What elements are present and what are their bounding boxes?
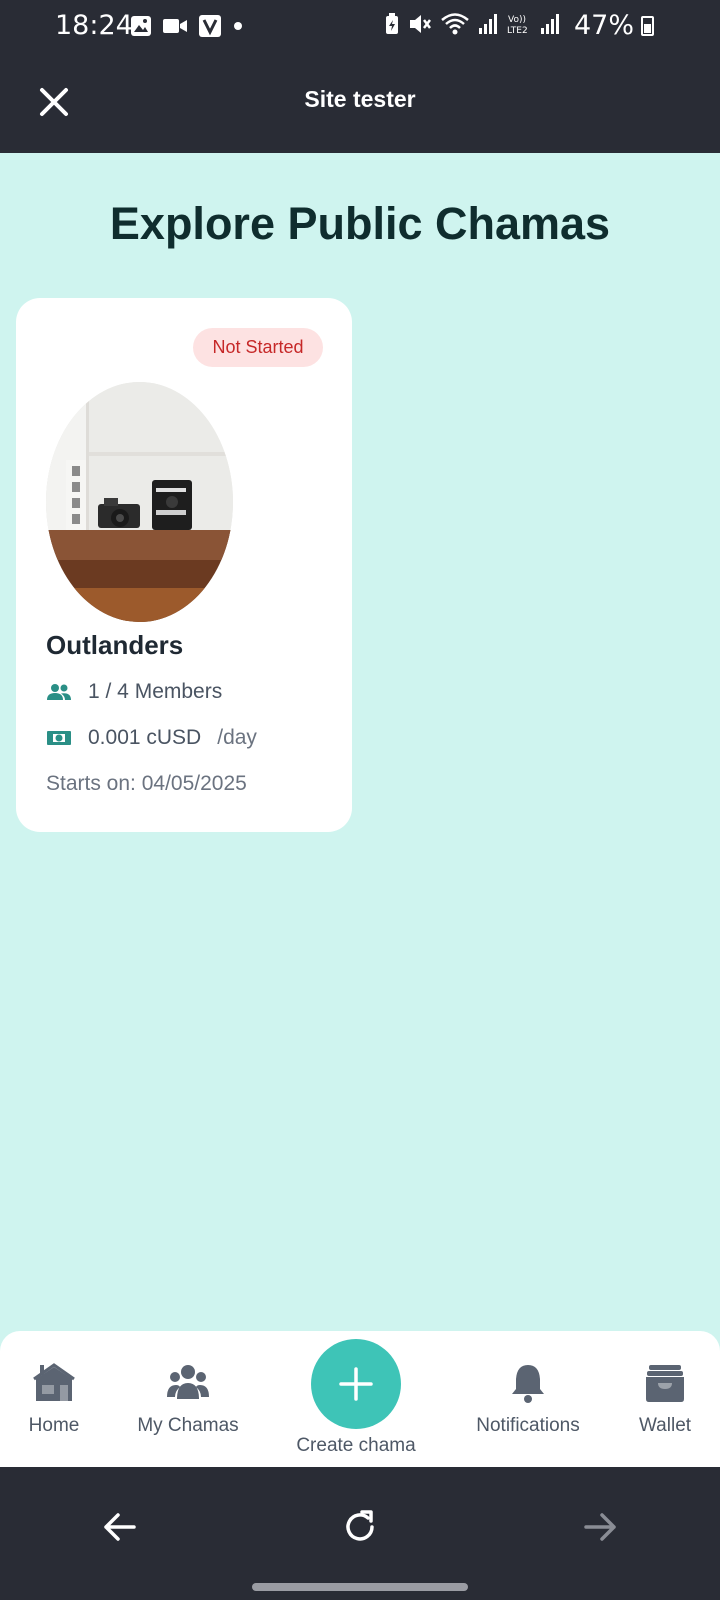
volte-icon: Vo))LTE2: [507, 15, 528, 36]
arrow-left-icon: [104, 1513, 136, 1541]
nav-my-chamas[interactable]: My Chamas: [130, 1361, 246, 1437]
signal-icon: [479, 14, 497, 34]
svg-text:Vo)): Vo)): [508, 15, 526, 25]
create-chama-label[interactable]: Create chama: [290, 1435, 422, 1457]
dot-icon: [234, 22, 242, 30]
contribution-frequency: /day: [217, 726, 257, 749]
home-icon: [33, 1363, 75, 1401]
video-icon: [163, 19, 187, 33]
app-title: Site tester: [304, 86, 416, 112]
reload-button[interactable]: [338, 1505, 382, 1549]
battery-saver-icon: [386, 13, 398, 34]
chama-name: Outlanders: [46, 630, 184, 660]
status-right-icons: Vo)) LTE2: [384, 12, 560, 36]
create-chama-button[interactable]: [311, 1339, 401, 1429]
members-count: 1 / 4 Members: [88, 680, 223, 703]
bell-icon: [512, 1365, 544, 1403]
start-date: Starts on: 04/05/2025: [46, 772, 247, 795]
wifi-icon: [441, 13, 469, 35]
nav-notifications[interactable]: Notifications: [468, 1361, 588, 1437]
plus-icon: [339, 1367, 373, 1401]
browser-controls: [0, 1467, 720, 1600]
chama-image: [46, 382, 233, 622]
svg-text:LTE2: LTE2: [507, 26, 528, 36]
status-time: 18:24: [55, 10, 133, 41]
nav-home-label: Home: [28, 1415, 80, 1436]
status-badge: Not Started: [193, 328, 323, 367]
battery-icon: [641, 16, 654, 36]
chama-card[interactable]: Not Started Outlanders 1 / 4 Members 0.0…: [16, 298, 352, 832]
image-icon: [131, 16, 151, 36]
money-icon: [47, 731, 71, 745]
gesture-bar[interactable]: [252, 1583, 468, 1591]
page-title: Explore Public Chamas: [109, 198, 611, 249]
back-button[interactable]: [98, 1505, 142, 1549]
mute-icon: [410, 15, 431, 33]
users-icon: [167, 1365, 209, 1399]
nav-wallet[interactable]: Wallet: [626, 1361, 704, 1437]
members-row: 1 / 4 Members: [46, 680, 222, 704]
battery-percent: 47%: [573, 10, 634, 41]
wallet-icon: [646, 1365, 684, 1402]
nav-home[interactable]: Home: [22, 1361, 86, 1437]
nav-notifications-label: Notifications: [476, 1415, 580, 1436]
reload-icon: [346, 1510, 374, 1541]
arrow-right-icon: [584, 1513, 616, 1541]
v-app-icon: [199, 15, 221, 37]
contribution-amount: 0.001 cUSD: [88, 726, 202, 749]
app-bar: Site tester: [0, 52, 720, 153]
status-left-icons: [130, 14, 244, 38]
forward-button[interactable]: [578, 1505, 622, 1549]
nav-my-chamas-label: My Chamas: [137, 1415, 239, 1436]
nav-wallet-label: Wallet: [638, 1415, 692, 1436]
status-bar: 18:24 Vo)) LTE2 47%: [0, 0, 720, 52]
bottom-nav: Home My Chamas Create chama Notification…: [0, 1331, 720, 1467]
signal-icon: [541, 14, 559, 34]
group-icon: [47, 684, 71, 700]
amount-row: 0.001 cUSD /day: [46, 726, 257, 750]
